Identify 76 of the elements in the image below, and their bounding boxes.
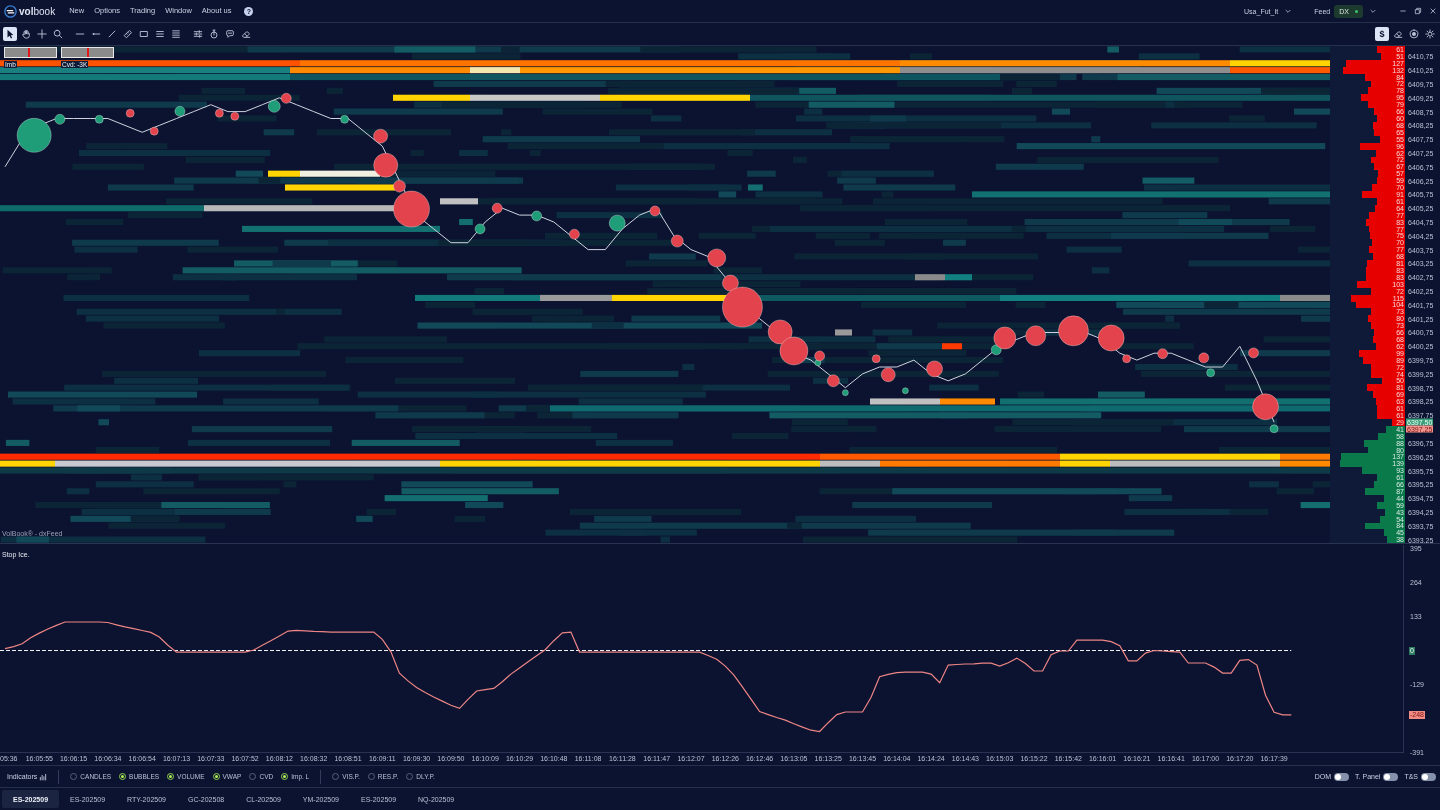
buy-bubble (531, 210, 542, 222)
tool-button[interactable] (121, 27, 135, 41)
bar-chart-icon (39, 772, 48, 781)
rectangle-icon (139, 29, 149, 39)
tool-button[interactable] (51, 27, 65, 41)
sell-bubble (1025, 325, 1046, 347)
sell-bubble (1157, 348, 1168, 360)
tool-button[interactable] (169, 27, 183, 41)
magnifier-icon (53, 29, 63, 39)
sell-bubble (149, 126, 159, 136)
buy-bubble (54, 114, 66, 125)
horizontal-lines-icon (171, 29, 181, 39)
buy-bubble (340, 115, 349, 124)
sell-bubble (779, 336, 809, 366)
sell-bubble (280, 93, 292, 104)
line-icon (107, 29, 117, 39)
speech-bubble-icon (225, 29, 235, 39)
buy-bubble (16, 118, 52, 153)
sell-bubble (767, 319, 793, 345)
tool-button[interactable] (191, 27, 205, 41)
buy-bubble (1206, 368, 1215, 378)
buy-bubble (1269, 424, 1279, 434)
sell-bubble (1252, 393, 1279, 421)
crosshair-icon (37, 29, 47, 39)
buy-bubble (608, 214, 626, 232)
sell-bubble (125, 108, 135, 118)
buy-bubble (814, 359, 822, 367)
tool-button[interactable] (3, 27, 17, 41)
buy-bubble (267, 100, 281, 113)
sell-bubble (491, 202, 503, 214)
eraser-icon (241, 29, 251, 39)
tool-button[interactable] (207, 27, 221, 41)
sell-bubble (373, 128, 388, 144)
settings-icon (1425, 29, 1435, 39)
sell-bubble (1248, 347, 1259, 359)
stopwatch-icon (209, 29, 219, 39)
sell-bubble (1097, 324, 1125, 352)
tool-button[interactable] (1407, 27, 1421, 41)
sell-bubble (569, 228, 580, 240)
tool-button[interactable] (223, 27, 237, 41)
sell-bubble (1058, 315, 1089, 347)
sell-bubble (880, 367, 896, 382)
chevron-icon (1284, 7, 1293, 15)
feed-dropdown-button[interactable] (1369, 7, 1377, 15)
cursor-icon (5, 29, 15, 39)
sell-bubble (707, 248, 727, 268)
buy-bubble (95, 115, 104, 124)
close-icon (1428, 7, 1437, 15)
app-logo: volbook (19, 5, 56, 17)
buy-bubble (174, 106, 186, 117)
sell-bubble (827, 374, 840, 388)
logo-icon (4, 4, 17, 18)
sell-bubble (814, 350, 825, 362)
restore-icon (1413, 7, 1422, 15)
chevron-icon (1369, 7, 1377, 15)
hand-icon (21, 29, 31, 39)
sell-bubble (871, 354, 881, 363)
tool-button[interactable] (1423, 27, 1437, 41)
horizontal-lines-icon (155, 29, 165, 39)
buy-bubble (990, 344, 1002, 356)
sell-bubble (926, 360, 943, 378)
sell-bubble (1122, 354, 1131, 363)
sell-bubble (993, 326, 1017, 350)
minimize-icon (1398, 7, 1407, 15)
eraser-icon (1393, 29, 1403, 39)
sliders-icon (193, 29, 203, 39)
sell-bubble (1198, 352, 1210, 364)
buy-bubble (474, 223, 486, 235)
sell-bubble (649, 205, 661, 217)
buy-bubble (842, 389, 849, 396)
tool-button[interactable]: $ (1375, 27, 1389, 41)
ruler-icon (123, 29, 133, 39)
record-icon (1409, 29, 1419, 39)
tool-button[interactable] (19, 27, 33, 41)
sell-bubble (671, 234, 684, 248)
buy-bubble (902, 387, 909, 395)
